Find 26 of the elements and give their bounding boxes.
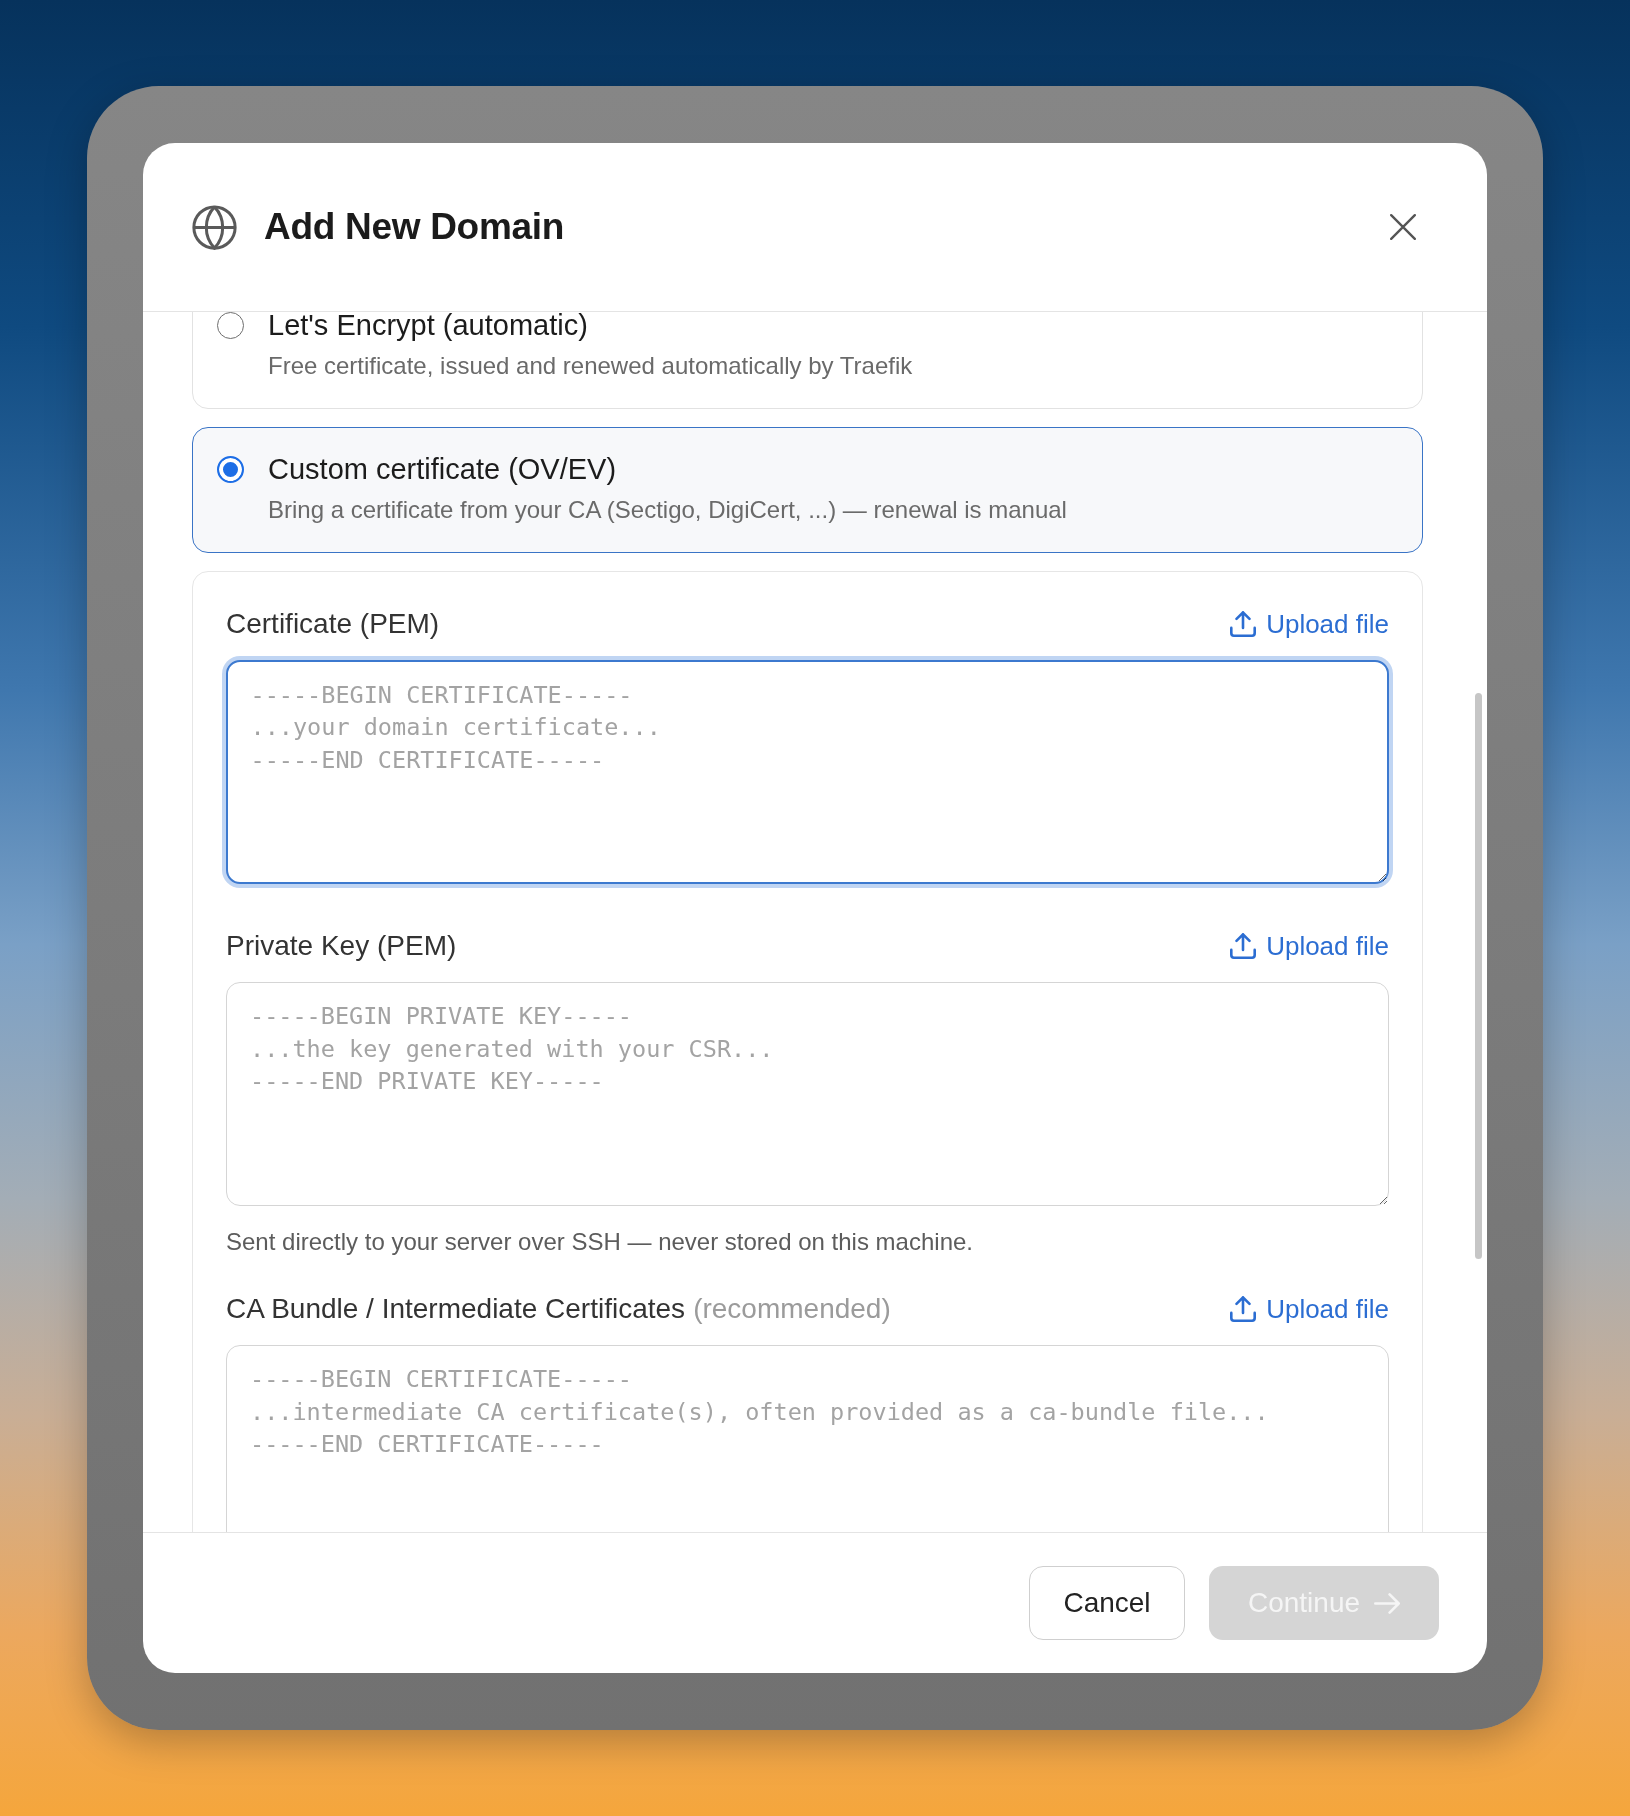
dialog-title: Add New Domain <box>264 206 565 248</box>
option-description: Free certificate, issued and renewed automatically by Traefik <box>268 351 913 381</box>
globe-icon <box>192 204 237 250</box>
option-title: Custom certificate (OV/EV) <box>268 453 617 485</box>
option-card[interactable]: Custom certificate (OV/EV) Bring a certificate from your CA (Sectigo, DigiCert, ...) — renewal is manual <box>192 427 1423 553</box>
close-icon <box>1390 214 1416 240</box>
radio-button[interactable] <box>217 312 244 339</box>
upload-icon <box>1230 1296 1257 1322</box>
field-label: Private Key (PEM) <box>226 930 457 962</box>
field-label: CA Bundle / Intermediate Certificates <box>226 1293 686 1325</box>
option-description: Bring a certificate from your CA (Sectigo, DigiCert, ...) — renewal is manual <box>268 495 1067 525</box>
upload-file-button[interactable]: Upload file <box>1230 1293 1389 1325</box>
upload-file-button[interactable]: Upload file <box>1230 930 1389 962</box>
upload-icon <box>1230 611 1257 637</box>
upload-icon <box>1230 933 1257 959</box>
helper-text: Sent directly to your server over SSH — never stored on this machine. <box>226 1227 974 1257</box>
recommended-note: (recommended) <box>693 1293 891 1325</box>
option-card[interactable]: Let's Encrypt (automatic) Free certificate, issued and renewed automatically by Traefik <box>192 312 1423 409</box>
cancel-button[interactable]: Cancel <box>1029 1566 1185 1640</box>
scrollbar-thumb[interactable] <box>1475 693 1482 1259</box>
radio-button[interactable] <box>217 456 244 483</box>
upload-file-button[interactable]: Upload file <box>1230 608 1389 640</box>
field-label: Certificate (PEM) <box>226 608 440 640</box>
pem-text-field[interactable]: -----BEGIN CERTIFICATE----- ...your domain certificate... -----END CERTIFICATE----- <box>226 660 1389 884</box>
arrow-right-icon <box>1374 1592 1401 1614</box>
option-title: Let's Encrypt (automatic) <box>268 312 588 341</box>
